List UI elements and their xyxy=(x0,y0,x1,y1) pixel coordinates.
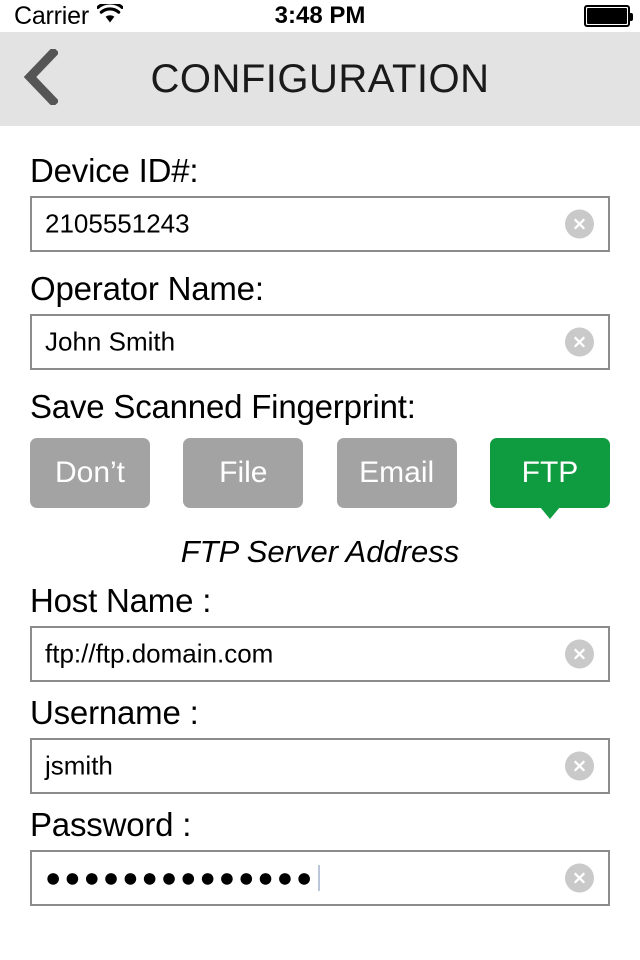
save-option-email[interactable]: Email xyxy=(336,438,457,508)
password-value: ●●●●●●●●●●●●●● xyxy=(45,862,316,893)
save-fingerprint-label: Save Scanned Fingerprint: xyxy=(30,388,416,425)
battery-cap xyxy=(630,13,633,21)
app-screen: Carrier 3:48 PM CONFIGURATION Device ID#… xyxy=(0,0,640,960)
device-id-input[interactable]: 2105551243 xyxy=(30,196,610,252)
navigation-bar: CONFIGURATION xyxy=(0,32,640,126)
password-input[interactable]: ●●●●●●●●●●●●●● xyxy=(30,850,610,906)
clear-circle-icon[interactable] xyxy=(565,209,594,239)
host-name-label: Host Name : xyxy=(30,582,212,619)
status-bar-right xyxy=(584,5,633,27)
host-name-input[interactable]: ftp://ftp.domain.com xyxy=(30,626,610,682)
status-bar-clock: 3:48 PM xyxy=(274,2,366,29)
host-name-value: ftp://ftp.domain.com xyxy=(45,638,274,669)
save-fingerprint-segmented-control: Don’t File Email FTP xyxy=(0,438,640,508)
operator-name-label: Operator Name: xyxy=(30,270,264,307)
device-id-value: 2105551243 xyxy=(45,208,190,239)
password-label: Password : xyxy=(30,806,192,843)
text-caret xyxy=(318,865,321,891)
device-id-label: Device ID#: xyxy=(30,152,199,189)
username-label: Username : xyxy=(30,694,199,731)
username-value: jsmith xyxy=(45,750,113,781)
configuration-form: Device ID#: 2105551243 Operator Name: Jo… xyxy=(0,126,640,906)
status-bar: Carrier 3:48 PM xyxy=(0,0,640,32)
operator-name-input[interactable]: John Smith xyxy=(30,314,610,370)
save-option-dont[interactable]: Don’t xyxy=(30,438,150,508)
save-option-file[interactable]: File xyxy=(183,438,304,508)
clear-circle-icon[interactable] xyxy=(565,327,594,357)
page-title: CONFIGURATION xyxy=(150,56,490,101)
battery-fill xyxy=(587,8,627,24)
clear-circle-icon[interactable] xyxy=(565,863,594,893)
clear-circle-icon[interactable] xyxy=(565,639,594,669)
battery-full-icon xyxy=(584,5,633,27)
operator-name-value: John Smith xyxy=(45,326,176,357)
clear-circle-icon[interactable] xyxy=(565,751,594,781)
username-input[interactable]: jsmith xyxy=(30,738,610,794)
ftp-section-title: FTP Server Address xyxy=(180,534,460,569)
save-option-ftp[interactable]: FTP xyxy=(489,438,610,508)
